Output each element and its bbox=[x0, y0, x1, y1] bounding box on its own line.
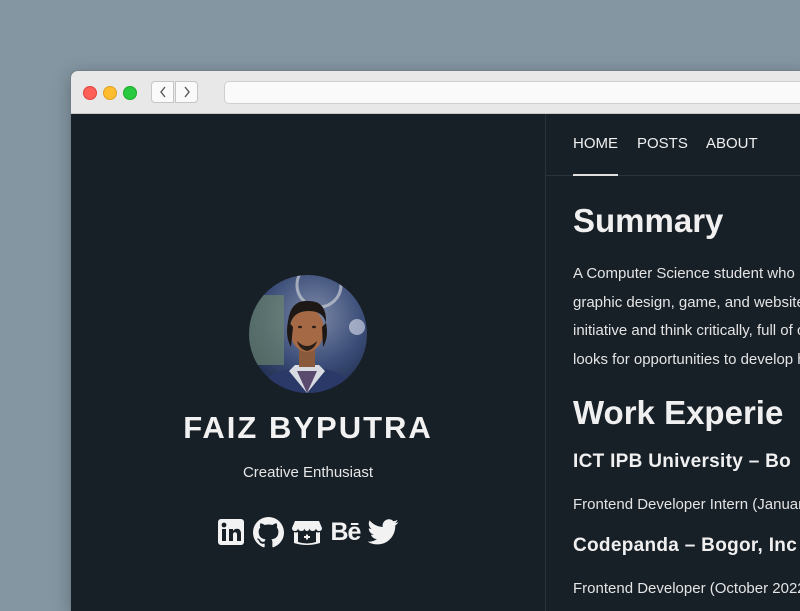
nav-about-link[interactable]: ABOUT bbox=[706, 135, 758, 152]
linkedin-icon bbox=[218, 519, 244, 545]
profile-sidebar: FAIZ BYPUTRA Creative Enthusiast Bē bbox=[71, 114, 546, 611]
twitter-link[interactable] bbox=[367, 515, 399, 549]
profile-name: FAIZ BYPUTRA bbox=[183, 410, 433, 445]
address-bar[interactable] bbox=[224, 81, 800, 104]
web-page: FAIZ BYPUTRA Creative Enthusiast Bē HOME… bbox=[71, 114, 800, 611]
job-title: ICT IPB University – Bo bbox=[573, 451, 792, 472]
job-role: Frontend Developer (October 2022 bbox=[573, 580, 800, 597]
summary-line: graphic design, game, and website bbox=[573, 294, 800, 311]
chevron-right-icon bbox=[183, 86, 190, 98]
avatar bbox=[249, 275, 367, 393]
linkedin-link[interactable] bbox=[217, 515, 245, 549]
nav-posts-link[interactable]: POSTS bbox=[637, 135, 688, 152]
job-role: Frontend Developer Intern (Januar bbox=[573, 496, 800, 513]
nav-home-link[interactable]: HOME bbox=[573, 135, 618, 152]
forward-button[interactable] bbox=[175, 81, 198, 103]
main-column: HOME POSTS ABOUT Summary A Computer Scie… bbox=[546, 114, 800, 611]
summary-line: looks for opportunities to develop h bbox=[573, 351, 800, 368]
github-icon bbox=[252, 516, 284, 547]
close-window-button[interactable] bbox=[83, 86, 97, 100]
back-button[interactable] bbox=[151, 81, 174, 103]
chevron-left-icon bbox=[159, 86, 166, 98]
active-nav-indicator bbox=[573, 174, 618, 176]
browser-window: FAIZ BYPUTRA Creative Enthusiast Bē HOME… bbox=[70, 70, 800, 611]
itchio-icon bbox=[292, 521, 322, 545]
minimize-window-button[interactable] bbox=[103, 86, 117, 100]
itchio-link[interactable] bbox=[291, 515, 323, 549]
social-links: Bē bbox=[217, 515, 399, 549]
behance-icon: Bē bbox=[330, 518, 362, 546]
maximize-window-button[interactable] bbox=[123, 86, 137, 100]
browser-toolbar bbox=[71, 71, 800, 114]
work-experience-heading: Work Experie bbox=[573, 394, 784, 431]
job-title: Codepanda – Bogor, Inc bbox=[573, 535, 798, 556]
summary-line: A Computer Science student who p bbox=[573, 265, 800, 282]
profile-tagline: Creative Enthusiast bbox=[242, 464, 374, 481]
twitter-icon bbox=[367, 519, 399, 545]
summary-line: initiative and think critically, full of… bbox=[573, 322, 800, 339]
top-navigation: HOME POSTS ABOUT bbox=[546, 114, 800, 176]
github-link[interactable] bbox=[252, 515, 284, 549]
summary-heading: Summary bbox=[573, 202, 724, 239]
profile-photo bbox=[249, 275, 367, 393]
behance-link[interactable]: Bē bbox=[330, 515, 362, 549]
